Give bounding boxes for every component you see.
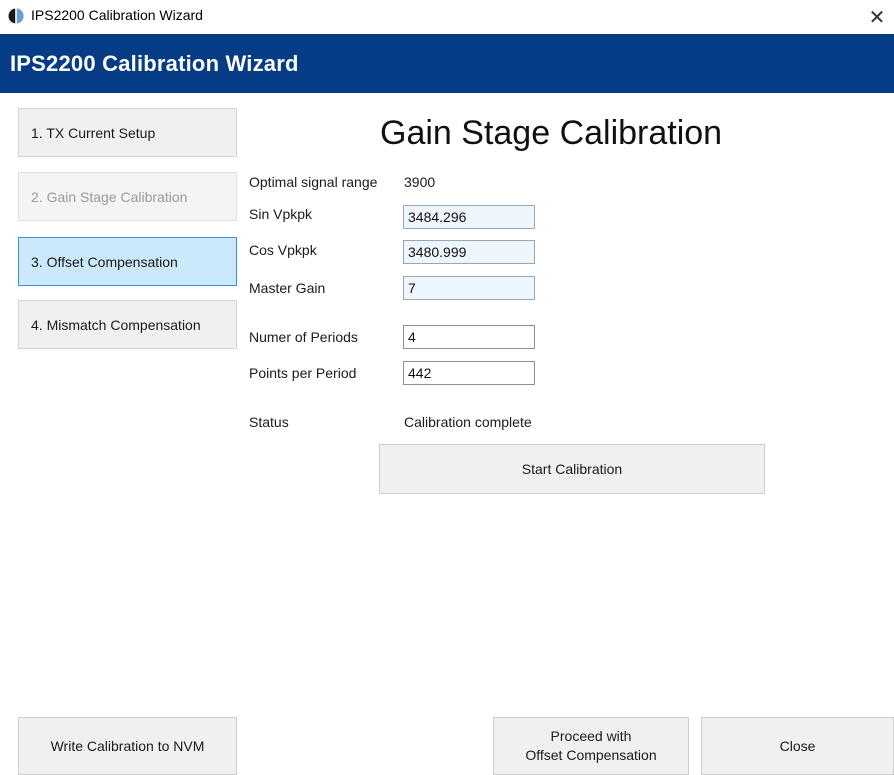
points-per-period-label: Points per Period [249, 365, 357, 381]
status-value: Calibration complete [404, 414, 532, 430]
close-button[interactable]: Close [701, 717, 894, 775]
sin-vpkpk-label: Sin Vpkpk [249, 206, 313, 222]
window-close-icon[interactable]: ✕ [860, 0, 894, 34]
proceed-button-line2: Offset Compensation [525, 747, 657, 763]
proceed-offset-compensation-button[interactable]: Proceed with Offset Compensation [493, 717, 689, 775]
start-calibration-button[interactable]: Start Calibration [379, 444, 765, 494]
proceed-button-line1: Proceed with [550, 728, 632, 744]
header-banner: IPS2200 Calibration Wizard [0, 34, 894, 93]
sin-vpkpk-field [403, 205, 535, 229]
nav-mismatch-compensation[interactable]: 4. Mismatch Compensation [18, 300, 237, 349]
cos-vpkpk-label: Cos Vpkpk [249, 242, 317, 258]
master-gain-label: Master Gain [249, 280, 326, 296]
window-title: IPS2200 Calibration Wizard [31, 7, 203, 23]
banner-title: IPS2200 Calibration Wizard [10, 51, 299, 76]
nav-offset-compensation[interactable]: 3. Offset Compensation [18, 237, 237, 286]
master-gain-field [403, 276, 535, 300]
nav-gain-stage-calibration: 2. Gain Stage Calibration [18, 172, 237, 221]
app-logo-icon [8, 8, 24, 24]
optimal-signal-range-value: 3900 [404, 174, 436, 190]
num-periods-label: Numer of Periods [249, 329, 358, 345]
page-title: Gain Stage Calibration [380, 114, 723, 152]
optimal-signal-range-label: Optimal signal range [249, 174, 378, 190]
num-periods-field[interactable] [403, 325, 535, 349]
write-nvm-button[interactable]: Write Calibration to NVM [18, 717, 237, 775]
cos-vpkpk-field [403, 240, 535, 264]
window-titlebar: IPS2200 Calibration Wizard ✕ [0, 0, 894, 34]
status-label: Status [249, 414, 289, 430]
nav-tx-current-setup[interactable]: 1. TX Current Setup [18, 108, 237, 157]
points-per-period-field[interactable] [403, 361, 535, 385]
